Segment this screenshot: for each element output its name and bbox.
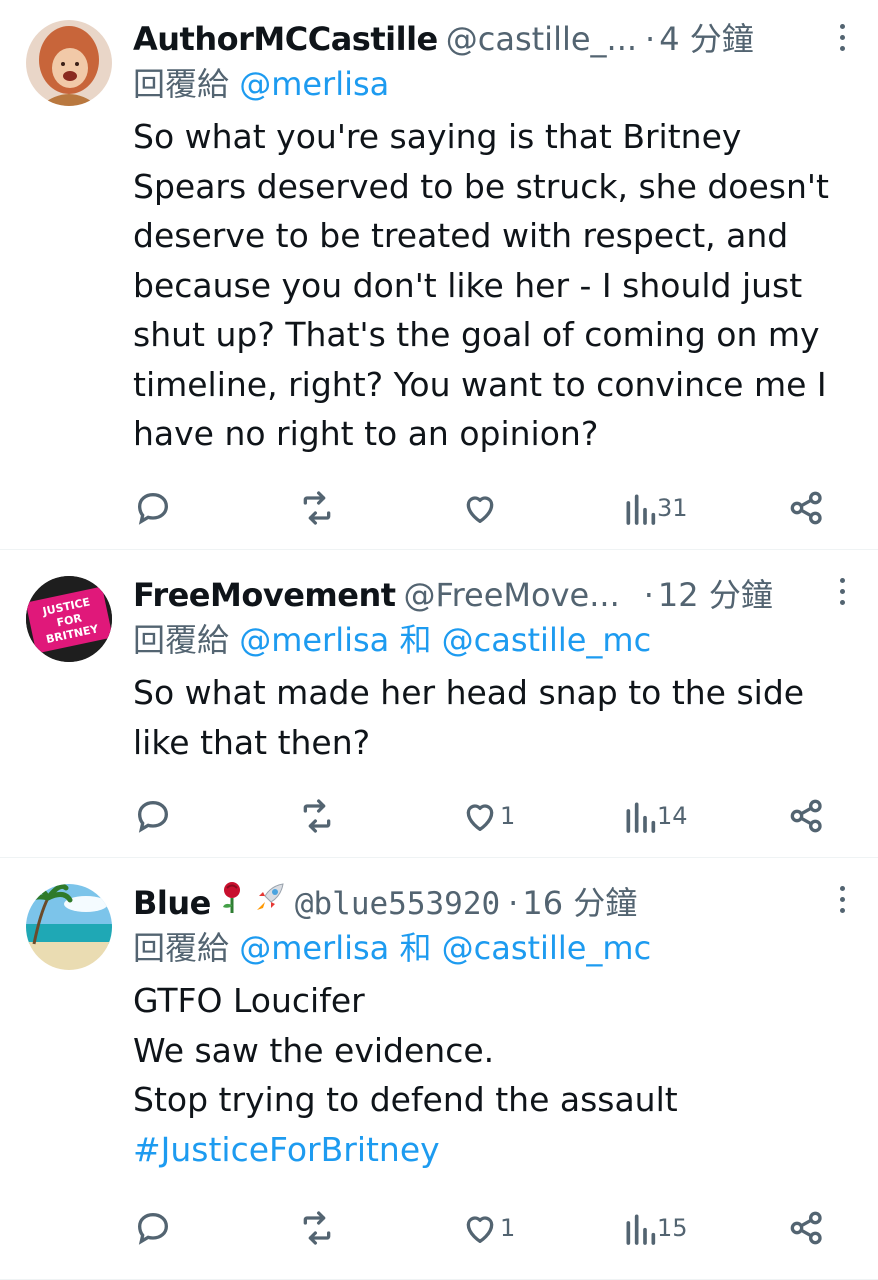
reply-icon <box>137 1212 169 1245</box>
mention-link[interactable]: @merlisa <box>239 65 389 103</box>
justice-for-britney-sign-avatar-icon: JUSTICE FOR BRITNEY <box>26 576 112 662</box>
tweet[interactable]: AuthorMCCastille @castille_... · 4 分鐘 回覆… <box>0 0 878 550</box>
reply-conjunction: 和 <box>399 929 432 967</box>
views-bar-chart-icon <box>626 494 656 525</box>
reply-icon <box>137 492 169 525</box>
views-button[interactable]: 14 <box>623 796 688 836</box>
reply-prefix: 回覆給 <box>133 65 230 103</box>
tweet-text: So what you're saying is that Britney Sp… <box>133 117 829 453</box>
tweet[interactable]: Blue @blue553920 · 16 分鐘 回覆給 @merlisa 和 … <box>0 858 878 1280</box>
reply-button[interactable] <box>133 1208 173 1248</box>
tweet-body: GTFO Loucifer We saw the evidence. Stop … <box>133 981 678 1119</box>
display-name[interactable]: AuthorMCCastille <box>133 20 438 58</box>
retweet-icon <box>303 491 331 525</box>
user-handle[interactable]: @blue553920 <box>295 886 500 922</box>
reply-context: 回覆給 @merlisa <box>133 62 858 106</box>
reply-context: 回覆給 @merlisa 和 @castille_mc <box>133 926 858 970</box>
views-bar-chart-icon <box>626 1214 656 1245</box>
retweet-icon <box>303 799 331 833</box>
retweet-button[interactable] <box>297 796 337 836</box>
rocket-emoji-icon <box>253 880 287 922</box>
share-button[interactable] <box>787 1208 827 1248</box>
separator-dot: · <box>508 884 519 922</box>
retweet-button[interactable] <box>297 488 337 528</box>
rose-emoji-icon <box>217 880 247 922</box>
reply-button[interactable] <box>133 488 173 528</box>
reply-context: 回覆給 @merlisa 和 @castille_mc <box>133 618 858 662</box>
reply-prefix: 回覆給 <box>133 621 230 659</box>
reply-button[interactable] <box>133 796 173 836</box>
heart-icon <box>466 496 494 523</box>
like-button[interactable]: 1 <box>460 1208 515 1248</box>
separator-dot: · <box>645 20 656 58</box>
like-button[interactable] <box>460 488 500 528</box>
share-button[interactable] <box>787 488 827 528</box>
tweet-header: FreeMovement @FreeMove... · 12 分鐘 <box>133 570 858 614</box>
reply-prefix: 回覆給 <box>133 929 230 967</box>
heart-icon <box>466 804 494 831</box>
user-handle[interactable]: @castille_... <box>446 20 637 58</box>
timestamp[interactable]: 12 分鐘 <box>658 570 773 616</box>
like-count: 1 <box>500 1214 516 1242</box>
mention-link[interactable]: @merlisa <box>239 621 389 659</box>
user-handle[interactable]: @FreeMove... <box>404 576 620 614</box>
reply-icon <box>137 800 169 833</box>
avatar[interactable] <box>26 884 112 970</box>
view-count: 15 <box>657 1214 688 1242</box>
like-button[interactable]: 1 <box>460 796 515 836</box>
share-icon <box>790 799 822 833</box>
display-name[interactable]: Blue <box>133 884 211 922</box>
share-icon <box>790 491 822 525</box>
views-button[interactable]: 31 <box>623 488 688 528</box>
tweet-header: Blue @blue553920 · 16 分鐘 <box>133 878 858 922</box>
share-button[interactable] <box>787 796 827 836</box>
display-name[interactable]: FreeMovement <box>133 576 396 614</box>
tweet-header: AuthorMCCastille @castille_... · 4 分鐘 <box>133 14 858 58</box>
timestamp[interactable]: 16 分鐘 <box>522 878 637 924</box>
mention-link[interactable]: @castille_mc <box>442 929 652 967</box>
retweet-button[interactable] <box>297 1208 337 1248</box>
view-count: 31 <box>657 494 688 522</box>
avatar[interactable]: JUSTICE FOR BRITNEY <box>26 576 112 662</box>
mention-link[interactable]: @merlisa <box>239 929 389 967</box>
hashtag-link[interactable]: #JusticeForBritney <box>133 1130 440 1169</box>
views-button[interactable]: 15 <box>623 1208 688 1248</box>
avatar[interactable] <box>26 20 112 106</box>
like-count: 1 <box>500 802 516 830</box>
tweet-text: So what made her head snap to the side l… <box>133 673 805 762</box>
retweet-icon <box>303 1211 331 1245</box>
views-bar-chart-icon <box>626 802 656 833</box>
more-vertical-icon[interactable] <box>838 578 846 618</box>
heart-icon <box>466 1216 494 1243</box>
more-vertical-icon[interactable] <box>838 24 846 64</box>
separator-dot: · <box>643 576 654 614</box>
tweet-text: GTFO Loucifer We saw the evidence. Stop … <box>133 976 858 1174</box>
mention-link[interactable]: @castille_mc <box>442 621 652 659</box>
timestamp[interactable]: 4 分鐘 <box>659 14 754 60</box>
more-vertical-icon[interactable] <box>838 886 846 926</box>
share-icon <box>790 1211 822 1245</box>
tweet[interactable]: JUSTICE FOR BRITNEY FreeMovement @FreeMo… <box>0 550 878 858</box>
reply-conjunction: 和 <box>399 621 432 659</box>
red-haired-person-avatar-icon <box>26 20 112 106</box>
beach-palm-avatar-icon <box>26 884 112 970</box>
view-count: 14 <box>657 802 688 830</box>
